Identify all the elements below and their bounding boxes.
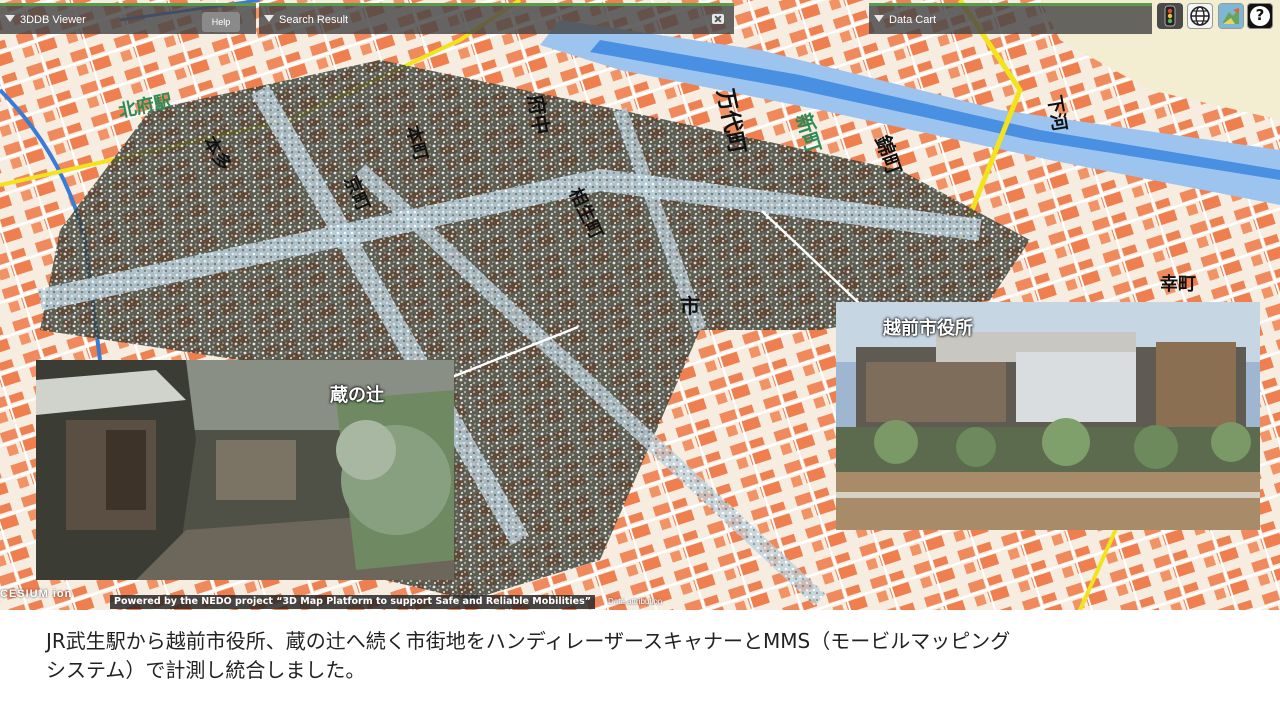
help-button[interactable]: Help [202, 12, 240, 32]
map-label: 幸町 [1160, 274, 1196, 295]
cityhall-callout-label: 越前市役所 [883, 318, 973, 339]
help-icon[interactable]: ? [1247, 3, 1273, 29]
help-glyph: ? [1255, 6, 1265, 24]
viewer-panel[interactable]: 3DDB Viewer Help [0, 3, 256, 34]
search-panel-title: Search Result [279, 14, 349, 26]
photo-inset-kura [36, 360, 454, 580]
collapse-triangle-icon[interactable] [264, 15, 274, 22]
map-layers-icon[interactable] [1218, 3, 1244, 29]
caption-line-1: JR武生駅から越前市役所、蔵の辻へ続く市街地をハンディレーザースキャナーとMMS… [46, 629, 1011, 653]
viewer-panel-title: 3DDB Viewer [20, 14, 86, 26]
data-attribution-link[interactable]: Data attribution [608, 597, 662, 606]
data-cart-panel[interactable]: Data Cart [869, 3, 1152, 34]
clear-icon[interactable] [712, 14, 724, 24]
kura-callout-label: 蔵の辻 [330, 385, 384, 406]
caption-line-2: システム）で計測し統合しました。 [46, 658, 366, 682]
collapse-triangle-icon[interactable] [874, 15, 884, 22]
globe-icon[interactable] [1187, 3, 1213, 29]
collapse-triangle-icon[interactable] [5, 15, 15, 22]
nedo-attribution-banner[interactable]: Powered by the NEDO project “3D Map Plat… [110, 595, 595, 609]
traffic-light-icon[interactable] [1157, 3, 1183, 29]
cart-panel-title: Data Cart [889, 14, 937, 26]
search-result-panel[interactable]: Search Result [259, 3, 734, 34]
map-label: 市 [680, 294, 700, 318]
cesium-logo[interactable]: CESIUM ion [0, 588, 72, 604]
slide-caption: JR武生駅から越前市役所、蔵の辻へ続く市街地をハンディレーザースキャナーとMMS… [46, 627, 1246, 685]
map-3d-viewport[interactable]: 北府駅 本多 万代町 新町 錦町 府中 本町 市 下河 幸町 京町 相生町 蔵の… [0, 0, 1280, 610]
